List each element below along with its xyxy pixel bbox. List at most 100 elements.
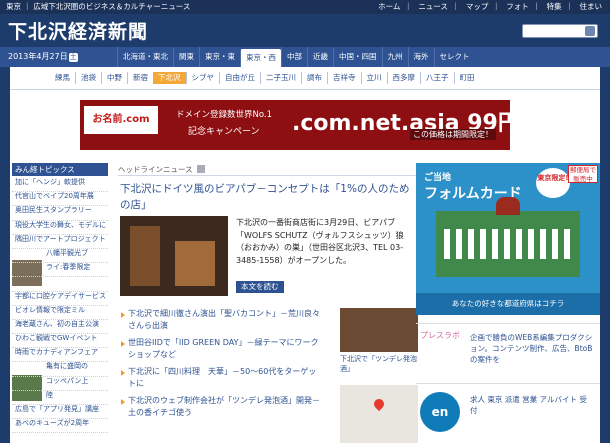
top-link-feature[interactable]: 特集 (547, 2, 562, 11)
site-logo[interactable]: 下北沢経済新聞 (8, 17, 148, 44)
area-link[interactable]: 吉祥寺 (327, 72, 361, 84)
ads-column: ご当地 フォルムカード 東京限定! 郵便局で販売中 あなたの好きな都道府県はコチ… (416, 163, 600, 443)
arrow-icon (196, 165, 205, 173)
topics-column: みん経トピックス 加に「ヘンジ」軟提供 代官山でベイプ20周年展 奥田民生スタン… (10, 163, 108, 443)
area-link[interactable]: 中野 (101, 72, 127, 84)
tagline: 東京 ｜ 広域下北沢圏のビジネス＆カルチャーニュース (6, 2, 191, 11)
area-link[interactable]: 二子玉川 (260, 72, 301, 84)
topic-item[interactable]: 加に「ヘンジ」軟提供 (12, 178, 108, 193)
area-link[interactable]: 自由が丘 (219, 72, 260, 84)
headline-lead: 下北沢の一番街商店街に3月29日、ビアパブ「WOLFS SCHUTZ（ヴォルフス… (236, 218, 404, 265)
region-tab[interactable]: セレクト (433, 47, 475, 67)
topic-item[interactable]: 代官山でベイプ20周年展 (12, 192, 108, 207)
top-link-news[interactable]: ニュース (418, 2, 448, 11)
map-pin-icon (371, 396, 387, 412)
area-link[interactable]: 調布 (301, 72, 327, 84)
presslab-text[interactable]: 企画で勝負のWEB系編集プロダクション。コンテンツ制作、広告、BtoBの案件を (470, 332, 598, 365)
region-tab[interactable]: 近畿 (307, 47, 333, 67)
banner-line2: 記念キャンペーン (188, 127, 260, 137)
region-tab[interactable]: 中部 (281, 47, 307, 67)
map-thumbnail[interactable] (340, 385, 418, 443)
region-nav: 2013年4月27日土 北海道・東北 関東 東京・東 東京・西 中部 近畿 中国… (0, 47, 610, 67)
topic-item[interactable]: 時雨でカナディアンフェア (12, 348, 108, 363)
top-bar: 東京 ｜ 広域下北沢圏のビジネス＆カルチャーニュース ホーム｜ ニュース｜ マッ… (0, 0, 610, 14)
topics-list: 加に「ヘンジ」軟提供 代官山でベイプ20周年展 奥田民生スタンプラリー 現役大学… (12, 178, 108, 434)
topic-item[interactable]: 隅田川でアートプロジェクト (12, 235, 108, 249)
area-link[interactable]: シブヤ (185, 72, 220, 84)
top-link-housing[interactable]: 住まい (580, 2, 603, 11)
side-caption[interactable]: 下北沢で「ツンデレ発泡酒」 (340, 354, 418, 374)
topic-item[interactable]: 八幡平観光ブ (12, 249, 108, 264)
en-job-ad[interactable]: en 求人 東京 派遣 営業 アルバイト 受付 (416, 383, 600, 441)
ad-banner[interactable]: お名前.com ドメイン登録数世界No.1 記念キャンペーン .com.net.… (80, 100, 520, 150)
top-link-home[interactable]: ホーム (378, 2, 400, 11)
form-card-footer[interactable]: あなたの好きな都道府県はコチラ (416, 293, 600, 315)
topic-item[interactable]: ひわこ観戦でGWイベント (12, 334, 108, 349)
area-link[interactable]: 町田 (453, 72, 480, 84)
side-photo-box[interactable]: 下北沢で「ツンデレ発泡酒」 (340, 308, 418, 378)
region-tab-active[interactable]: 東京・西 (240, 49, 281, 67)
presslab-ad[interactable]: プレスラボ 企画で勝負のWEB系編集プロダクション。コンテンツ制作、広告、Bto… (416, 323, 600, 375)
search-icon[interactable] (585, 26, 595, 36)
area-link[interactable]: 池袋 (75, 72, 101, 84)
region-tab[interactable]: 東京・東 (199, 47, 240, 67)
form-card-ad[interactable]: ご当地 フォルムカード 東京限定! 郵便局で販売中 あなたの好きな都道府県はコチ… (416, 163, 600, 315)
area-nav: 練馬 池袋 中野 新宿 下北沢 シブヤ 自由が丘 二子玉川 調布 吉祥寺 立川 … (10, 67, 600, 90)
topic-item[interactable]: あべのキューズが2周年 (12, 419, 108, 434)
form-card-top: ご当地 (424, 173, 452, 183)
topic-item[interactable]: 宇都に口腔ケアデイサービス (12, 292, 108, 306)
area-link[interactable]: 立川 (360, 72, 387, 84)
read-more-button[interactable]: 本文を読む (236, 281, 284, 293)
headline-header: ヘッドラインニュース (118, 163, 418, 176)
top-link-photo[interactable]: フォト (506, 2, 529, 11)
presslab-logo: プレスラボ (420, 331, 460, 340)
side-photo[interactable] (340, 308, 418, 352)
top-links: ホーム｜ ニュース｜ マップ｜ フォト｜ 特集｜ 住まい (378, 2, 603, 11)
region-tab[interactable]: 北海道・東北 (117, 47, 173, 67)
topic-item[interactable]: 亀有に盛岡の (12, 362, 108, 377)
headline-title[interactable]: 下北沢にドイツ風のビアパブ－コンセプトは「1%の人のための店」 (120, 181, 416, 213)
region-tab[interactable]: 九州 (381, 47, 408, 67)
topic-item[interactable]: 奥田民生スタンプラリー (12, 206, 108, 221)
station-illustration (436, 197, 580, 277)
day-of-week: 土 (68, 53, 78, 62)
search-input[interactable] (522, 24, 598, 38)
news-item[interactable]: 下北沢のウェブ制作会社が「ツンデレ発泡酒」開発－土の香イチゴ使う (120, 395, 320, 424)
banner-note: この価格は期間限定！ (410, 129, 496, 140)
news-item[interactable]: 下北沢で細川徹さん演出「聖バカコント」－荒川良々さんら出演 (120, 308, 320, 337)
topic-item[interactable]: 現役大学生の舞女、モデルに (12, 221, 108, 235)
topic-item[interactable] (12, 277, 108, 292)
en-job-text[interactable]: 求人 東京 派遣 営業 アルバイト 受付 (470, 394, 590, 416)
headline-photo[interactable] (120, 216, 228, 296)
area-link[interactable]: 新宿 (127, 72, 153, 84)
en-logo: en (420, 392, 460, 432)
headline-column: ヘッドラインニュース 下北沢にドイツ風のビアパブ－コンセプトは「1%の人のための… (118, 163, 418, 443)
region-tab[interactable]: 海外 (407, 47, 434, 67)
area-links: 練馬 池袋 中野 新宿 下北沢 シブヤ 自由が丘 二子玉川 調布 吉祥寺 立川 … (50, 72, 480, 84)
topic-item[interactable]: 広島で「アプリ発見」講座 (12, 405, 108, 420)
area-link[interactable]: 八王子 (420, 72, 454, 84)
news-item[interactable]: 下北沢に「四川料理 天華」－50～60代をターゲットに (120, 366, 320, 395)
region-tab[interactable]: 関東 (173, 47, 199, 67)
page: 東京 ｜ 広域下北沢圏のビジネス＆カルチャーニュース ホーム｜ ニュース｜ マッ… (0, 0, 610, 443)
region-tabs: 北海道・東北 関東 東京・東 東京・西 中部 近畿 中国・四国 九州 海外 セレ… (117, 47, 475, 67)
topic-item[interactable]: コッペパン上 (12, 377, 108, 391)
topic-item[interactable]: ビオレ情報で限定ミル (12, 306, 108, 320)
top-link-map[interactable]: マップ (466, 2, 489, 11)
main-content: お名前.com ドメイン登録数世界No.1 記念キャンペーン .com.net.… (10, 90, 600, 443)
banner-brand: お名前.com (84, 106, 158, 134)
topic-item[interactable]: 海老蔵さん、初の自主公演 (12, 320, 108, 335)
area-link[interactable]: 練馬 (50, 72, 75, 84)
news-item[interactable]: 世田谷IIDで「IID GREEN DAY」－緑テーマにワークショップなど (120, 337, 320, 366)
area-link-active[interactable]: 下北沢 (153, 72, 186, 84)
area-link[interactable]: 西多摩 (386, 72, 421, 84)
post-office-badge: 郵便局で販売中 (568, 165, 598, 183)
banner-line1: ドメイン登録数世界No.1 (176, 110, 273, 120)
topics-header: みん経トピックス (12, 163, 108, 176)
tokyo-limited-badge: 東京限定! (536, 168, 570, 198)
topic-item[interactable]: 陸 (12, 391, 108, 405)
region-tab[interactable]: 中国・四国 (333, 47, 382, 67)
news-list: 下北沢で細川徹さん演出「聖バカコント」－荒川良々さんら出演 世田谷IIDで「II… (120, 308, 320, 424)
current-date: 2013年4月27日土 (8, 52, 78, 62)
topic-item[interactable]: ライ:春季限定 (12, 263, 108, 278)
